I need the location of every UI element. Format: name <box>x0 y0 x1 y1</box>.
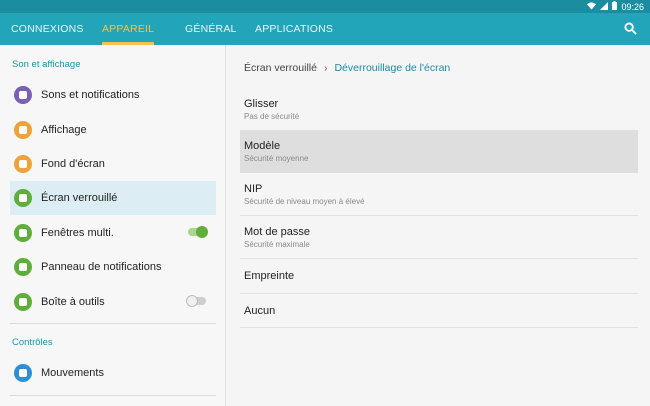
sidebar-item-label: Sons et notifications <box>41 89 140 101</box>
toolbox-icon <box>14 293 32 311</box>
notification-panel-icon <box>14 258 32 276</box>
section-header-controles: Contrôles <box>12 337 53 348</box>
unlock-option-empreinte[interactable]: Empreinte <box>240 259 638 294</box>
wifi-icon <box>587 1 597 12</box>
sidebar-item-affichage[interactable]: Affichage <box>10 113 216 147</box>
sidebar-item-label: Panneau de notifications <box>41 261 162 273</box>
option-subtitle: Sécurité de niveau moyen à élevé <box>244 197 365 206</box>
display-icon <box>14 121 32 139</box>
option-title: Mot de passe <box>244 226 311 238</box>
sidebar-item-boite-outils[interactable]: Boîte à outils <box>10 285 216 319</box>
breadcrumb-current: Déverrouillage de l'écran <box>334 62 451 74</box>
speaker-icon <box>14 86 32 104</box>
battery-icon <box>612 1 618 12</box>
toolbox-toggle[interactable] <box>186 295 206 307</box>
sidebar-item-sons-notifications[interactable]: Sons et notifications <box>10 78 216 112</box>
sidebar-item-label: Mouvements <box>41 367 104 379</box>
sidebar-item-label: Boîte à outils <box>41 296 105 308</box>
tab-appareil[interactable]: APPAREIL <box>102 13 155 45</box>
unlock-option-aucun[interactable]: Aucun <box>240 294 638 328</box>
option-title: NIP <box>244 183 263 195</box>
top-tab-bar: CONNEXIONS APPAREIL GÉNÉRAL APPLICATIONS <box>0 13 650 45</box>
sidebar-item-label: Écran verrouillé <box>41 192 118 204</box>
sidebar-item-fond-ecran[interactable]: Fond d'écran <box>10 147 216 181</box>
settings-sidebar: Son et affichage Sons et notifications A… <box>0 45 226 406</box>
sidebar-item-label: Fenêtres multi. <box>41 227 114 239</box>
unlock-option-nip[interactable]: NIP Sécurité de niveau moyen à élevé <box>240 173 638 216</box>
status-bar: 09:26 <box>0 0 650 13</box>
multi-window-toggle[interactable] <box>188 226 208 238</box>
unlock-option-mot-de-passe[interactable]: Mot de passe Sécurité maximale <box>240 216 638 259</box>
tab-applications[interactable]: APPLICATIONS <box>255 13 333 45</box>
sidebar-item-label: Fond d'écran <box>41 158 105 170</box>
unlock-option-glisser[interactable]: Glisser Pas de sécurité <box>240 89 638 131</box>
section-header-son-affichage: Son et affichage <box>12 59 81 70</box>
motion-icon <box>14 364 32 382</box>
multi-window-icon <box>14 224 32 242</box>
sidebar-item-label: Affichage <box>41 124 87 136</box>
detail-pane: Écran verrouillé › Déverrouillage de l'é… <box>227 45 650 406</box>
lock-screen-icon <box>14 189 32 207</box>
signal-icon <box>600 1 609 12</box>
option-title: Empreinte <box>244 270 295 282</box>
sidebar-item-fenetres-multi[interactable]: Fenêtres multi. <box>10 216 216 250</box>
tab-general[interactable]: GÉNÉRAL <box>185 13 237 45</box>
chevron-right-icon: › <box>323 62 328 74</box>
search-icon[interactable] <box>624 22 638 36</box>
option-subtitle: Pas de sécurité <box>244 112 300 121</box>
option-subtitle: Sécurité maximale <box>244 240 310 249</box>
option-title: Glisser <box>244 98 279 110</box>
option-title: Modèle <box>244 140 281 152</box>
sidebar-item-panneau-notifications[interactable]: Panneau de notifications <box>10 250 216 284</box>
sidebar-item-ecran-verrouille[interactable]: Écran verrouillé <box>10 181 216 215</box>
breadcrumb-parent[interactable]: Écran verrouillé <box>244 62 317 74</box>
option-subtitle: Sécurité moyenne <box>244 154 309 163</box>
wallpaper-icon <box>14 155 32 173</box>
clock: 09:26 <box>621 1 644 12</box>
option-title: Aucun <box>244 305 276 317</box>
tab-connexions[interactable]: CONNEXIONS <box>11 13 84 45</box>
unlock-option-modele[interactable]: Modèle Sécurité moyenne <box>240 131 638 173</box>
section-divider <box>10 395 216 396</box>
section-divider <box>10 323 216 324</box>
breadcrumb: Écran verrouillé › Déverrouillage de l'é… <box>244 62 450 74</box>
sidebar-item-mouvements[interactable]: Mouvements <box>10 356 216 390</box>
